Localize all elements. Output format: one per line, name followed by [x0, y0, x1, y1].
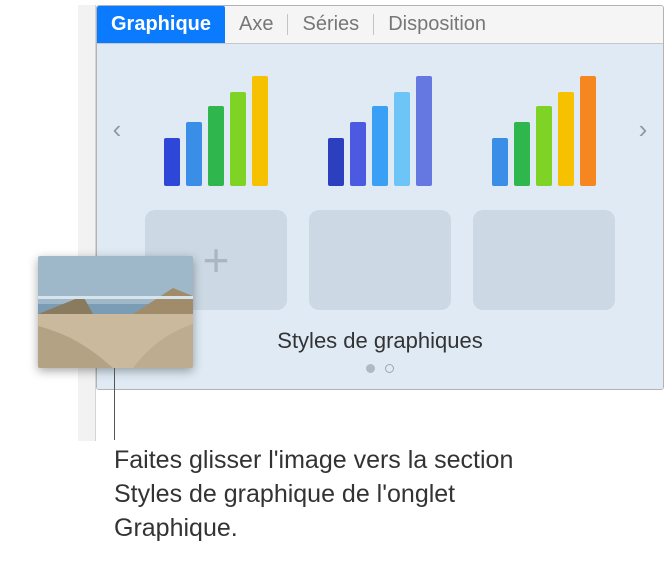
preview-bar: [186, 122, 202, 186]
page-dot[interactable]: [366, 364, 375, 373]
tab-axe[interactable]: Axe: [225, 6, 287, 43]
preview-bar: [230, 92, 246, 186]
beach-photo-icon: [38, 256, 193, 368]
tab-disposition[interactable]: Disposition: [374, 6, 500, 43]
chart-style-preview[interactable]: [145, 66, 287, 192]
chevron-left-icon[interactable]: ‹: [103, 64, 131, 194]
tab-graphique[interactable]: Graphique: [97, 6, 225, 43]
chart-style-preview[interactable]: [309, 66, 451, 192]
page-dot[interactable]: [385, 364, 394, 373]
dragged-image-thumbnail[interactable]: [38, 256, 193, 368]
preview-bar: [252, 76, 268, 186]
tab-bar: Graphique Axe Séries Disposition: [97, 6, 663, 44]
preview-bar: [328, 138, 344, 186]
preview-bar: [164, 138, 180, 186]
preview-bar: [580, 76, 596, 186]
preview-bar: [394, 92, 410, 186]
preview-bar: [208, 106, 224, 186]
preview-bar: [350, 122, 366, 186]
preview-bar: [558, 92, 574, 186]
empty-style-slot[interactable]: [473, 210, 615, 310]
chart-style-preview[interactable]: [473, 66, 615, 192]
style-previews: [131, 66, 629, 192]
preview-bar: [492, 138, 508, 186]
callout-text: Faites glisser l'image vers la section S…: [114, 444, 554, 545]
preview-bar: [372, 106, 388, 186]
plus-icon: +: [203, 237, 230, 283]
style-carousel: ‹ ›: [97, 64, 663, 194]
chevron-right-icon[interactable]: ›: [629, 64, 657, 194]
preview-bar: [514, 122, 530, 186]
tab-series[interactable]: Séries: [288, 6, 373, 43]
callout-leader-line: [114, 368, 115, 440]
empty-style-slot[interactable]: [309, 210, 451, 310]
preview-bar: [536, 106, 552, 186]
sidebar-strip: [78, 5, 96, 441]
preview-bar: [416, 76, 432, 186]
